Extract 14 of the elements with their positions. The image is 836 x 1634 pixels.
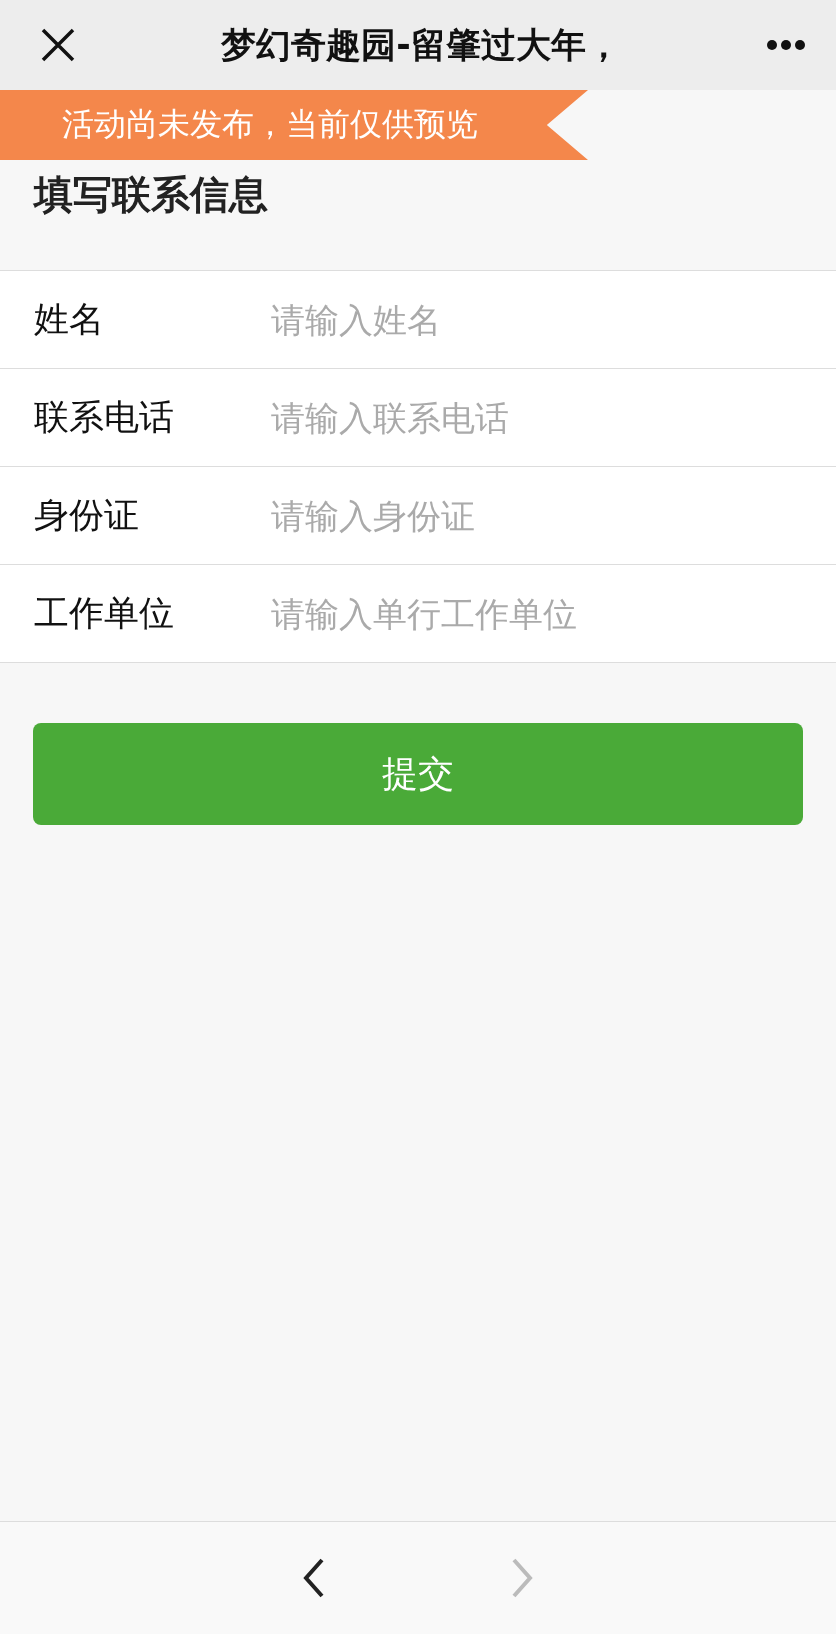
input-field[interactable]: 请输入联系电话 [269, 386, 836, 449]
preview-banner: 活动尚未发布，当前仅供预览 [0, 90, 588, 160]
field-label: 工作单位 [34, 592, 175, 635]
close-icon[interactable] [40, 27, 76, 63]
input-field[interactable]: 请输入身份证 [269, 484, 836, 547]
input-field[interactable]: 请输入姓名 [269, 288, 836, 351]
submit-button[interactable]: 提交 [33, 723, 803, 825]
form-heading: 填写联系信息 [32, 171, 269, 219]
field-label: 联系电话 [34, 396, 175, 439]
field-label: 身份证 [34, 494, 140, 537]
field-label: 姓名 [34, 298, 105, 341]
more-icon[interactable] [766, 39, 806, 51]
input-field[interactable]: 请输入单行工作单位 [269, 582, 836, 645]
window-title: 梦幻奇趣园-留肇过大年， [220, 23, 622, 67]
